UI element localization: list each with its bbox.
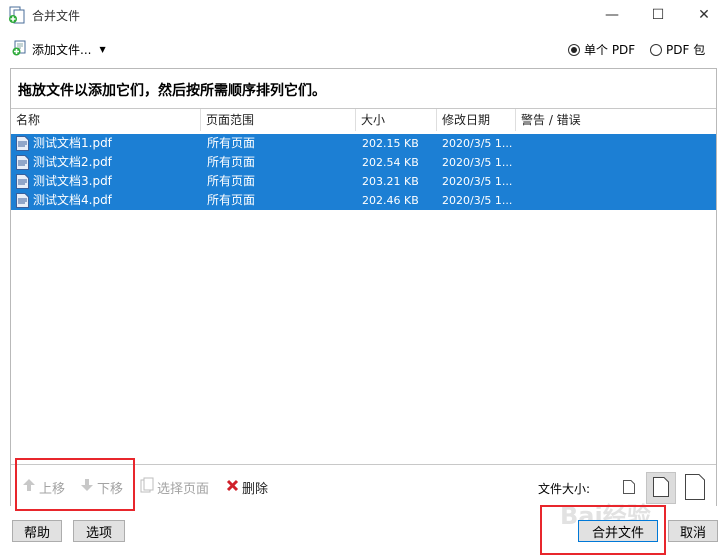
file-size-label: 文件大小: — [538, 482, 591, 496]
pdf-file-icon — [16, 193, 29, 208]
cell-name: 测试文档3.pdf — [33, 174, 112, 188]
radio-single-pdf[interactable]: 单个 PDF — [568, 41, 635, 58]
pdf-file-icon — [16, 174, 29, 189]
page-small-icon — [623, 479, 635, 497]
cell-name: 测试文档4.pdf — [33, 193, 112, 207]
cell-range: 所有页面 — [207, 136, 256, 150]
cell-range: 所有页面 — [207, 155, 256, 169]
cell-name: 测试文档1.pdf — [33, 136, 112, 150]
radio-dot[interactable] — [650, 43, 662, 56]
pages-icon — [140, 477, 154, 497]
table-row[interactable]: 测试文档3.pdf 所有页面 203.21 KB 2020/3/5 1... — [11, 172, 716, 191]
cell-size: 203.21 KB — [362, 175, 419, 188]
minimize-button[interactable]: — — [589, 0, 635, 30]
column-header-warning[interactable]: 警告 / 错误 — [516, 109, 716, 131]
merge-files-icon — [8, 6, 26, 24]
cell-date: 2020/3/5 1... — [442, 156, 513, 169]
maximize-button[interactable]: ☐ — [635, 0, 681, 30]
radio-pdf-package[interactable]: PDF 包 — [650, 41, 705, 58]
select-pages-button[interactable]: 选择页面 — [140, 477, 210, 497]
cell-date: 2020/3/5 1... — [442, 194, 513, 207]
file-table[interactable]: 名称 页面范围 大小 修改日期 警告 / 错误 测试文档1.pdf 所有页面 2… — [11, 108, 716, 465]
column-header-range[interactable]: 页面范围 — [201, 109, 356, 131]
highlight-box-merge-button — [540, 505, 666, 555]
page-medium-icon — [653, 476, 669, 500]
cell-range: 所有页面 — [207, 174, 256, 188]
instruction-text: 拖放文件以添加它们，然后按所需顺序排列它们。 — [18, 83, 326, 99]
cell-date: 2020/3/5 1... — [442, 175, 513, 188]
table-row[interactable]: 测试文档2.pdf 所有页面 202.54 KB 2020/3/5 1... — [11, 153, 716, 172]
cell-range: 所有页面 — [207, 193, 256, 207]
table-row[interactable]: 测试文档1.pdf 所有页面 202.15 KB 2020/3/5 1... — [11, 134, 716, 153]
column-header-name[interactable]: 名称 — [11, 109, 201, 131]
page-large-icon — [685, 473, 705, 503]
pdf-file-icon — [16, 136, 29, 151]
table-row[interactable]: 测试文档4.pdf 所有页面 202.46 KB 2020/3/5 1... — [11, 191, 716, 210]
delete-button[interactable]: 删除 — [226, 478, 269, 497]
chevron-down-icon: ▼ — [99, 44, 106, 54]
cancel-button[interactable]: 取消 — [668, 520, 718, 542]
pdf-file-icon — [16, 155, 29, 170]
column-header-date[interactable]: 修改日期 — [437, 109, 516, 131]
add-files-label: 添加文件... — [32, 42, 92, 57]
highlight-box-move-buttons — [15, 458, 135, 511]
help-button[interactable]: 帮助 — [12, 520, 62, 542]
radio-dot-selected[interactable] — [568, 43, 580, 56]
cell-size: 202.46 KB — [362, 194, 419, 207]
cell-name: 测试文档2.pdf — [33, 155, 112, 169]
column-header-size[interactable]: 大小 — [356, 109, 437, 131]
radio-package-label: PDF 包 — [666, 43, 706, 57]
cell-date: 2020/3/5 1... — [442, 137, 513, 150]
file-size-large-button[interactable] — [680, 472, 710, 504]
close-button[interactable]: ✕ — [681, 0, 727, 30]
select-pages-label: 选择页面 — [157, 481, 210, 497]
delete-label: 删除 — [242, 481, 269, 497]
options-button[interactable]: 选项 — [73, 520, 125, 542]
radio-single-label: 单个 PDF — [584, 43, 636, 57]
cell-size: 202.15 KB — [362, 137, 419, 150]
add-files-button[interactable]: 添加文件... ▼ — [12, 40, 106, 58]
window-title: 合并文件 — [32, 9, 81, 23]
cell-size: 202.54 KB — [362, 156, 419, 169]
add-file-icon — [12, 40, 28, 59]
delete-x-icon — [226, 479, 239, 496]
